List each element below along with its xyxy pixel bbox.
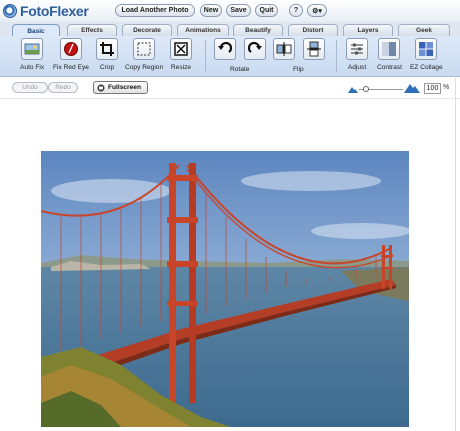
fix-red-eye-label: Fix Red Eye [53, 64, 89, 71]
logo: FotoFlexer [3, 2, 89, 20]
help-button[interactable]: ? [289, 4, 303, 17]
red-eye-icon [59, 38, 82, 60]
copy-region-icon [133, 38, 156, 60]
photo-canvas[interactable] [41, 151, 409, 427]
adjust-label: Adjust [347, 64, 367, 71]
flip-vertical-icon [303, 38, 325, 60]
crop-icon [96, 38, 118, 60]
rotate-left-icon [214, 38, 236, 60]
crop-tool[interactable]: Crop [96, 38, 118, 71]
fullscreen-icon [97, 84, 105, 91]
golden-gate-bridge-photo [41, 151, 409, 427]
resize-label: Resize [170, 64, 192, 71]
zoom-value-input[interactable]: 100 [424, 83, 441, 94]
basic-toolbar: Auto Fix Fix Red Eye Crop Copy Region Re… [0, 36, 460, 77]
new-button[interactable]: New [200, 4, 222, 17]
contrast-icon [378, 38, 401, 60]
fullscreen-label: Fullscreen [108, 84, 141, 91]
fullscreen-button[interactable]: Fullscreen [93, 81, 148, 94]
resize-icon [170, 38, 192, 60]
tab-decorate[interactable]: Decorate [122, 24, 172, 36]
undo-button[interactable]: Undo [12, 82, 48, 93]
rotate-right-icon [244, 38, 266, 60]
flip-vertical-button[interactable] [303, 38, 325, 60]
tab-geek[interactable]: Geek [398, 24, 450, 36]
load-another-photo-button[interactable]: Load Another Photo [115, 4, 195, 17]
contrast-tool[interactable]: Contrast [377, 38, 402, 71]
settings-menu-button[interactable]: ⚙▾ [307, 4, 327, 17]
flip-horizontal-button[interactable] [273, 38, 295, 60]
collage-icon [415, 38, 438, 60]
toolbar-divider [205, 40, 206, 72]
zoom-in-icon[interactable] [404, 82, 420, 93]
copy-region-label: Copy Region [125, 64, 164, 71]
tab-animations[interactable]: Animations [177, 24, 229, 36]
contrast-label: Contrast [377, 64, 402, 71]
redo-button[interactable]: Redo [48, 82, 78, 93]
save-button[interactable]: Save [226, 4, 251, 17]
quit-button[interactable]: Quit [255, 4, 278, 17]
zoom-slider-handle[interactable] [363, 86, 369, 92]
resize-tool[interactable]: Resize [170, 38, 192, 71]
tab-bar: Basic Effects Decorate Animations Beauti… [0, 22, 460, 37]
crop-label: Crop [99, 64, 115, 71]
sliders-icon [346, 38, 368, 60]
top-bar: FotoFlexer Load Another Photo New Save Q… [0, 0, 460, 23]
canvas-border [455, 78, 456, 431]
rotate-left-button[interactable] [214, 38, 236, 60]
zoom-out-icon[interactable] [348, 85, 358, 93]
toolbar-divider [336, 40, 337, 72]
auto-fix-label: Auto Fix [20, 64, 45, 71]
ez-collage-label: EZ Collage [410, 64, 443, 71]
copy-region-tool[interactable]: Copy Region [125, 38, 163, 71]
tab-layers[interactable]: Layers [343, 24, 393, 36]
fix-red-eye-tool[interactable]: Fix Red Eye [53, 38, 89, 71]
flip-label: Flip [293, 66, 304, 73]
rotate-label: Rotate [230, 66, 250, 73]
tab-effects[interactable]: Effects [67, 24, 117, 36]
auto-fix-icon [21, 38, 44, 60]
rotate-right-button[interactable] [244, 38, 266, 60]
zoom-unit: % [443, 84, 450, 91]
ez-collage-tool[interactable]: EZ Collage [410, 38, 443, 71]
adjust-tool[interactable]: Adjust [346, 38, 368, 71]
tab-distort[interactable]: Distort [288, 24, 338, 36]
camera-lens-icon [3, 4, 17, 18]
app-name: FotoFlexer [20, 3, 89, 19]
tab-beautify[interactable]: Beautify [233, 24, 283, 36]
auto-fix-tool[interactable]: Auto Fix [20, 38, 44, 71]
flip-horizontal-icon [273, 38, 295, 60]
